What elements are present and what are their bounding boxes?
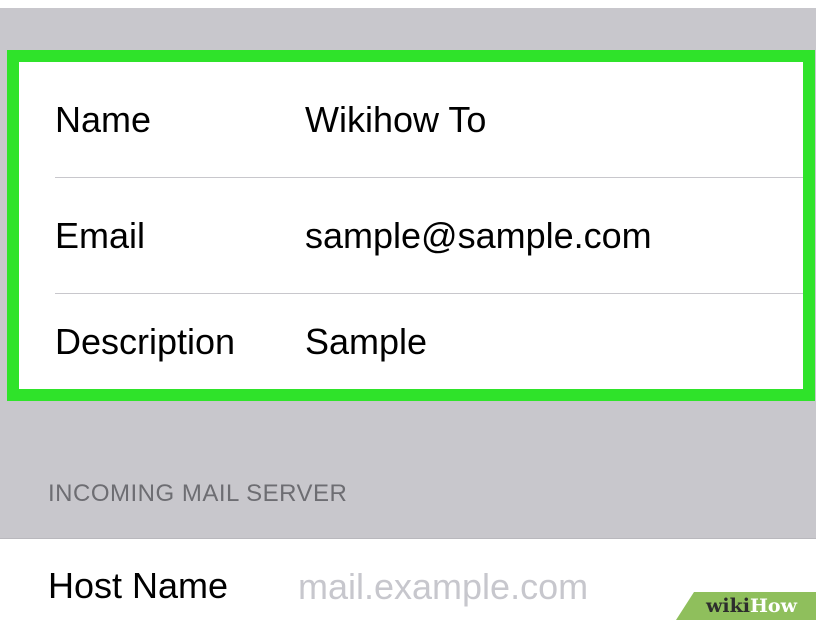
host-name-label: Host Name: [48, 565, 229, 606]
right-margin: [816, 0, 820, 620]
account-info-highlight: Name Wikihow To Email sample@sample.com …: [7, 50, 815, 401]
name-value[interactable]: Wikihow To: [305, 99, 486, 141]
watermark-logo-text: wikiHow: [706, 595, 797, 617]
mail-account-settings-screen: Name Wikihow To Email sample@sample.com …: [0, 0, 820, 620]
host-name-field[interactable]: [298, 565, 668, 609]
watermark-how-text: How: [749, 595, 797, 617]
watermark-wiki-text: wiki: [706, 595, 750, 617]
email-value[interactable]: sample@sample.com: [305, 215, 652, 257]
incoming-mail-server-header: INCOMING MAIL SERVER: [48, 480, 348, 507]
description-row[interactable]: Description Sample: [19, 294, 803, 389]
email-row[interactable]: Email sample@sample.com: [19, 178, 803, 294]
top-margin: [0, 0, 820, 8]
email-label: Email: [55, 215, 146, 256]
wikihow-watermark: wikiHow: [676, 592, 816, 620]
description-label: Description: [55, 320, 236, 362]
name-label: Name: [55, 99, 152, 140]
name-row[interactable]: Name Wikihow To: [19, 62, 803, 178]
description-value[interactable]: Sample: [305, 321, 427, 363]
